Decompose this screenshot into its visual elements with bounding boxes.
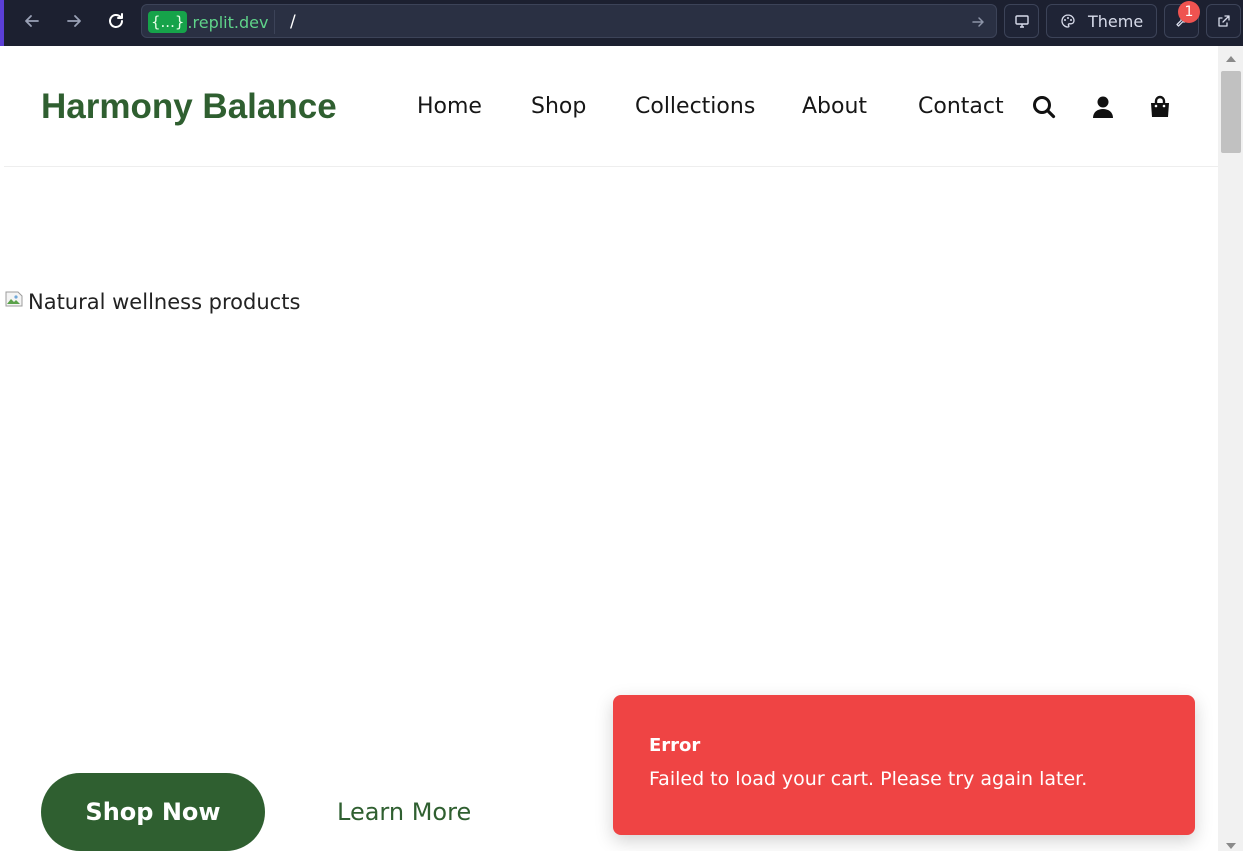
address-bar[interactable]: {...} .replit.dev / bbox=[141, 4, 997, 38]
learn-more-link[interactable]: Learn More bbox=[337, 798, 471, 826]
shop-now-button[interactable]: Shop Now bbox=[41, 773, 265, 851]
back-button[interactable] bbox=[16, 6, 48, 36]
search-icon[interactable] bbox=[1031, 94, 1057, 120]
user-icon[interactable] bbox=[1090, 94, 1116, 120]
open-new-tab-button[interactable] bbox=[1206, 4, 1241, 38]
nav-about[interactable]: About bbox=[802, 94, 867, 119]
arrow-right-icon bbox=[67, 15, 81, 27]
url-path[interactable]: / bbox=[290, 12, 296, 32]
external-link-icon bbox=[1217, 15, 1230, 27]
theme-label: Theme bbox=[1088, 11, 1144, 31]
monitor-icon bbox=[1014, 15, 1029, 28]
hero-image-alt-text: Natural wellness products bbox=[28, 290, 301, 314]
devtools-badge: 1 bbox=[1178, 1, 1200, 23]
broken-image-icon bbox=[5, 291, 23, 307]
scroll-down-arrow-icon[interactable] bbox=[1226, 843, 1236, 849]
device-preview-button[interactable] bbox=[1004, 4, 1039, 38]
toast-title: Error bbox=[649, 735, 701, 756]
go-arrow-icon[interactable] bbox=[970, 14, 986, 30]
reload-icon bbox=[109, 13, 123, 28]
shopping-bag-icon[interactable] bbox=[1147, 94, 1173, 120]
browser-toolbar: {...} .replit.dev / Theme 1 bbox=[0, 0, 1243, 46]
url-host: .replit.dev bbox=[187, 12, 269, 32]
scroll-thumb[interactable] bbox=[1221, 71, 1241, 153]
nav-collections[interactable]: Collections bbox=[635, 94, 755, 119]
theme-button[interactable]: Theme bbox=[1046, 4, 1157, 38]
scroll-up-arrow-icon[interactable] bbox=[1226, 56, 1236, 62]
forward-button[interactable] bbox=[58, 6, 90, 36]
palette-icon bbox=[1061, 14, 1075, 28]
nav-shop[interactable]: Shop bbox=[531, 94, 586, 119]
hero-image: Natural wellness products bbox=[4, 290, 300, 314]
nav-contact[interactable]: Contact bbox=[918, 94, 1004, 119]
vertical-scrollbar[interactable] bbox=[1218, 46, 1243, 851]
toast-message: Failed to load your cart. Please try aga… bbox=[649, 768, 1088, 790]
site-logo[interactable]: Harmony Balance bbox=[41, 87, 337, 127]
reload-button[interactable] bbox=[100, 6, 132, 36]
url-domain: {...} .replit.dev bbox=[148, 10, 276, 34]
error-toast[interactable]: Error Failed to load your cart. Please t… bbox=[613, 695, 1195, 835]
url-token: {...} bbox=[148, 11, 188, 33]
site-header: Harmony Balance Home Shop Collections Ab… bbox=[4, 46, 1218, 167]
arrow-left-icon bbox=[25, 15, 39, 27]
nav-home[interactable]: Home bbox=[417, 94, 482, 119]
